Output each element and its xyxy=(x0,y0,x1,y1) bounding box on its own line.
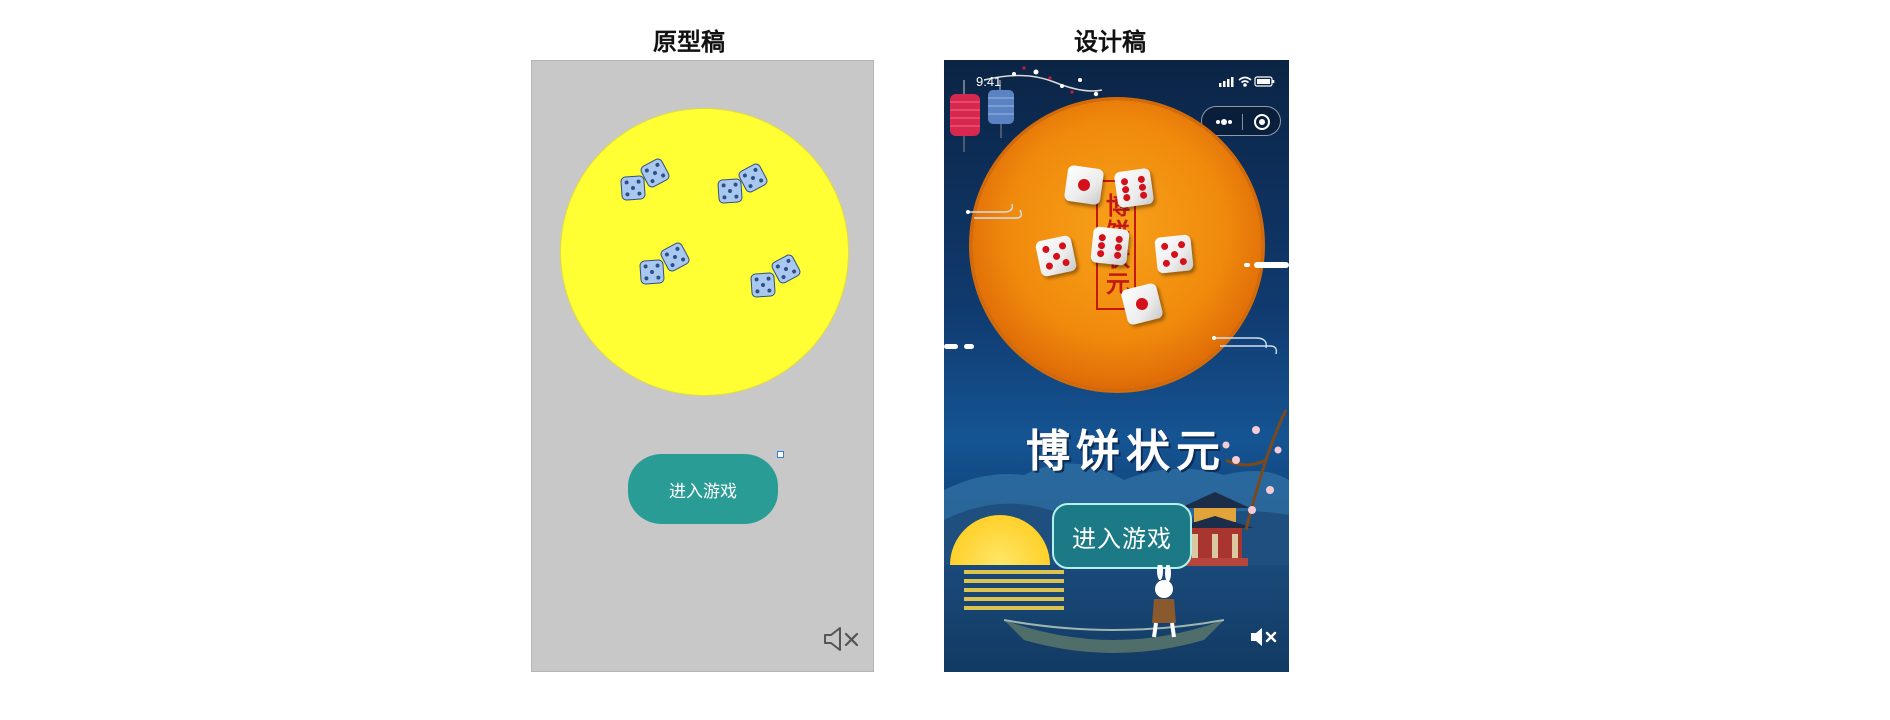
dice-icon xyxy=(1063,164,1105,206)
status-icons xyxy=(1219,76,1275,87)
cloud-decoration xyxy=(966,203,1023,219)
prototype-screen: 进入游戏 xyxy=(531,60,874,672)
light-streak xyxy=(1244,262,1289,268)
speaker-mute-icon[interactable] xyxy=(1249,625,1279,649)
dice-icon xyxy=(1113,167,1155,209)
prototype-title: 原型稿 xyxy=(653,27,725,56)
enter-game-button[interactable]: 进入游戏 xyxy=(628,454,778,524)
close-target-icon[interactable] xyxy=(1250,111,1274,133)
wifi-icon xyxy=(1238,76,1252,87)
more-dots-icon[interactable] xyxy=(1212,111,1236,133)
game-title: 博饼状元 xyxy=(1026,426,1226,477)
miniprogram-capsule xyxy=(1201,106,1281,136)
dice-icon xyxy=(620,175,646,201)
speaker-mute-icon[interactable] xyxy=(822,624,862,654)
boat-icon xyxy=(1004,619,1224,653)
dice-icon xyxy=(717,178,743,204)
light-streak xyxy=(944,344,974,349)
dice-icon xyxy=(639,259,665,285)
comparison-stage: 原型稿 设计稿 进入游戏 9:41 博饼状元 进入游戏 xyxy=(0,0,1890,720)
blossom-branch-icon xyxy=(1222,409,1288,531)
rabbit-icon xyxy=(1152,565,1176,638)
dice-bowl xyxy=(560,108,849,396)
dice-icon xyxy=(1034,234,1078,278)
enter-game-button[interactable]: 进入游戏 xyxy=(1052,503,1192,569)
design-screen: 9:41 博饼状元 进入游戏 xyxy=(944,60,1289,672)
dice-icon xyxy=(1090,226,1130,266)
dice-icon xyxy=(750,272,776,298)
cloud-decoration xyxy=(1212,336,1278,355)
design-title: 设计稿 xyxy=(1074,27,1146,56)
selection-handle xyxy=(777,451,784,458)
dice-icon xyxy=(1154,234,1194,274)
battery-icon xyxy=(1254,76,1275,87)
signal-icon xyxy=(1219,77,1234,87)
